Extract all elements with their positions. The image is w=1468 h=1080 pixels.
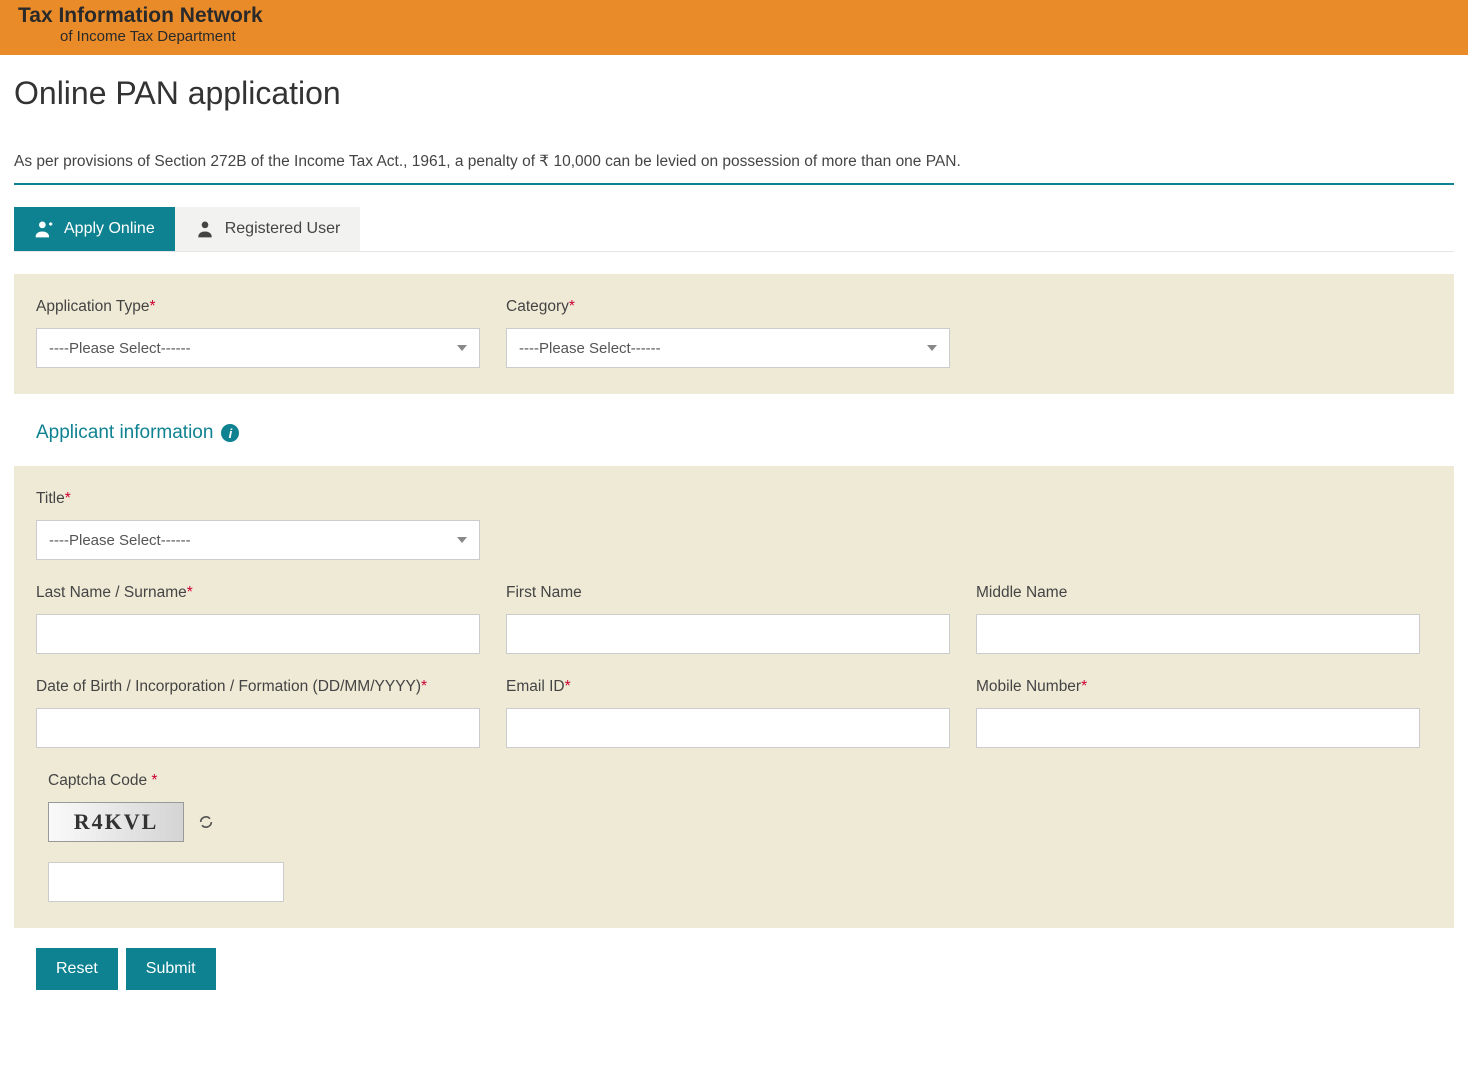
middle-name-input[interactable] [976,614,1420,654]
application-type-block: Application Type* ----Please Select-----… [14,274,1454,394]
refresh-icon[interactable] [198,814,214,830]
captcha-label: Captcha Code * [48,772,1432,790]
penalty-notice: As per provisions of Section 272B of the… [14,152,1454,171]
page-title: Online PAN application [14,69,1454,112]
submit-button[interactable]: Submit [126,948,216,990]
applicant-info-heading: Applicant information i [36,422,1454,444]
first-name-label: First Name [506,584,950,602]
email-input[interactable] [506,708,950,748]
title-label: Title* [36,490,480,508]
last-name-input[interactable] [36,614,480,654]
applicant-info-block: Title* ----Please Select------ Last Name… [14,466,1454,928]
user-icon [195,219,215,239]
captcha-image: R4KVL [48,802,184,842]
category-select[interactable]: ----Please Select------ [506,328,950,368]
mobile-input[interactable] [976,708,1420,748]
tab-apply-label: Apply Online [64,220,155,238]
user-plus-icon [34,219,54,239]
title-select[interactable]: ----Please Select------ [36,520,480,560]
banner-subtitle: of Income Tax Department [18,28,1450,45]
tab-apply-online[interactable]: Apply Online [14,207,175,251]
category-label: Category* [506,298,950,316]
last-name-label: Last Name / Surname* [36,584,480,602]
first-name-input[interactable] [506,614,950,654]
email-label: Email ID* [506,678,950,696]
mobile-label: Mobile Number* [976,678,1420,696]
banner-title: Tax Information Network [18,4,1450,28]
tab-registered-user[interactable]: Registered User [175,207,361,251]
info-icon[interactable]: i [221,424,239,442]
middle-name-label: Middle Name [976,584,1420,602]
captcha-input[interactable] [48,862,284,902]
tab-registered-label: Registered User [225,220,341,238]
dob-input[interactable] [36,708,480,748]
site-banner: Tax Information Network of Income Tax De… [0,0,1468,55]
application-type-select[interactable]: ----Please Select------ [36,328,480,368]
reset-button[interactable]: Reset [36,948,118,990]
dob-label: Date of Birth / Incorporation / Formatio… [36,678,480,696]
divider [14,183,1454,185]
tab-strip: Apply Online Registered User [14,207,1454,252]
application-type-label: Application Type* [36,298,480,316]
